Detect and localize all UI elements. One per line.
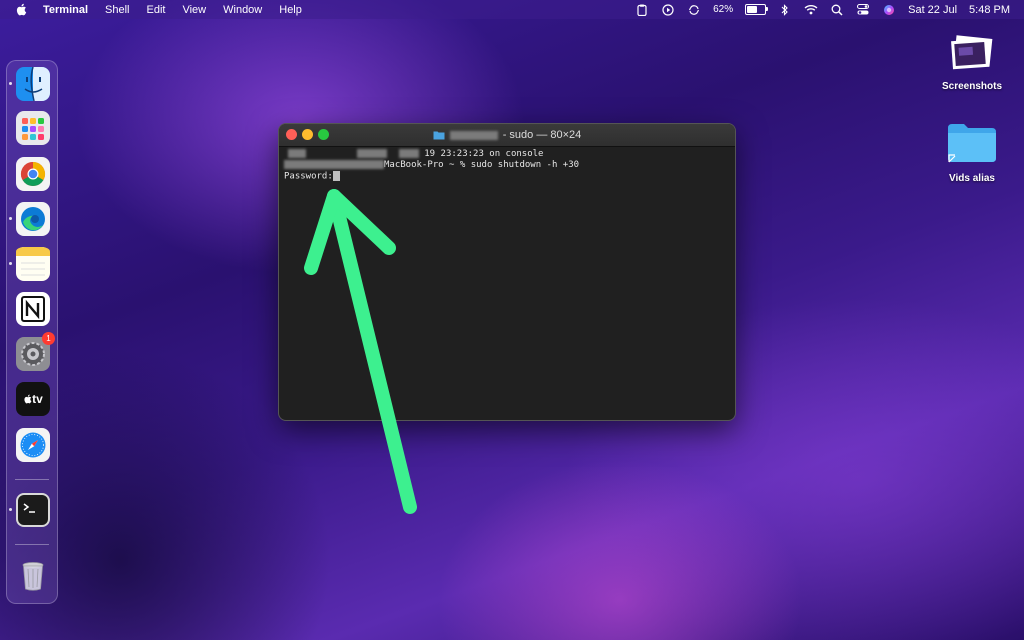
dock-edge[interactable] xyxy=(9,202,50,236)
running-indicator xyxy=(9,82,12,85)
dock-system-settings[interactable]: 1 xyxy=(16,332,55,371)
menu-help[interactable]: Help xyxy=(279,4,302,16)
redacted-text xyxy=(284,160,384,169)
redacted-text xyxy=(398,149,419,158)
menu-edit[interactable]: Edit xyxy=(147,4,166,16)
battery-icon[interactable] xyxy=(745,4,769,15)
dock-safari[interactable] xyxy=(16,428,50,462)
trash-icon xyxy=(22,562,44,591)
minimize-button[interactable] xyxy=(302,129,313,140)
launchpad-icon xyxy=(16,111,50,145)
dock-terminal[interactable] xyxy=(9,493,50,527)
dock-apple-tv[interactable]: tv xyxy=(16,382,50,416)
notes-icon xyxy=(16,247,50,281)
redacted-username xyxy=(449,130,498,140)
menu-window[interactable]: Window xyxy=(223,4,262,16)
apple-icon[interactable] xyxy=(14,3,27,16)
battery-fill xyxy=(747,6,758,13)
terminal-icon xyxy=(16,493,50,527)
chrome-icon xyxy=(16,157,50,191)
clipboard-icon[interactable] xyxy=(635,4,649,16)
menu-shell[interactable]: Shell xyxy=(105,4,129,16)
menu-bar: Terminal Shell Edit View Window Help 62% xyxy=(0,0,1024,19)
close-button[interactable] xyxy=(286,129,297,140)
window-title-text: - sudo — 80×24 xyxy=(502,129,582,141)
notion-icon xyxy=(16,292,50,326)
sync-icon[interactable] xyxy=(687,4,701,16)
desktop-icon-screenshots[interactable]: Screenshots xyxy=(927,34,1017,92)
terminal-window[interactable]: - sudo — 80×24 19 23:23:23 on console Ma… xyxy=(278,123,736,421)
finder-icon xyxy=(16,66,50,102)
dock-trash[interactable] xyxy=(16,558,50,592)
terminal-line: MacBook-Pro ~ % sudo shutdown -h +30 xyxy=(284,160,730,171)
dock-separator xyxy=(15,544,49,545)
window-title: - sudo — 80×24 xyxy=(433,129,582,141)
apple-tv-logo-icon xyxy=(24,394,32,404)
safari-icon xyxy=(16,428,50,462)
menubar-time[interactable]: 5:48 PM xyxy=(969,4,1010,16)
dock-chrome[interactable] xyxy=(16,157,50,191)
dock-separator xyxy=(15,479,49,480)
menubar-date[interactable]: Sat 22 Jul xyxy=(908,4,957,16)
notification-badge: 1 xyxy=(42,332,55,345)
desktop-icon-label: Screenshots xyxy=(941,81,1003,92)
bluetooth-icon[interactable] xyxy=(778,3,792,16)
folder-icon xyxy=(433,131,445,140)
battery-percent: 62% xyxy=(713,4,734,15)
play-icon[interactable] xyxy=(661,3,675,16)
terminal-output[interactable]: 19 23:23:23 on console MacBook-Pro ~ % s… xyxy=(279,147,735,185)
menu-view[interactable]: View xyxy=(182,4,206,16)
desktop-icon-label: Vids alias xyxy=(949,173,995,184)
dock-notion[interactable] xyxy=(16,292,50,326)
folder-alias-icon xyxy=(948,124,996,163)
menu-app-name[interactable]: Terminal xyxy=(43,4,88,16)
terminal-titlebar[interactable]: - sudo — 80×24 xyxy=(279,124,735,147)
dock-notes[interactable] xyxy=(9,247,50,281)
wifi-icon[interactable] xyxy=(804,4,818,16)
running-indicator xyxy=(9,508,12,511)
search-icon[interactable] xyxy=(830,4,844,16)
screenshot-stack-icon xyxy=(951,35,993,70)
running-indicator xyxy=(9,262,12,265)
redacted-text xyxy=(357,149,388,158)
terminal-line: Password: xyxy=(284,171,730,183)
text-cursor xyxy=(332,171,340,181)
dock-finder[interactable] xyxy=(9,66,50,102)
dock-launchpad[interactable] xyxy=(16,111,50,145)
password-prompt: Password: xyxy=(284,171,333,182)
command-line: MacBook-Pro ~ % sudo shutdown -h +30 xyxy=(384,160,580,170)
login-line: 19 23:23:23 on console xyxy=(424,149,544,159)
zoom-button[interactable] xyxy=(318,129,329,140)
desktop-icon-vids-alias[interactable]: Vids alias xyxy=(927,120,1017,184)
redacted-text xyxy=(288,149,306,158)
apple-tv-label: tv xyxy=(32,392,43,406)
terminal-line: 19 23:23:23 on console xyxy=(284,149,730,160)
control-center-icon[interactable] xyxy=(856,4,870,16)
dock: 1 tv xyxy=(6,60,58,604)
running-indicator xyxy=(9,217,12,220)
edge-icon xyxy=(16,202,50,236)
siri-icon[interactable] xyxy=(882,4,896,16)
